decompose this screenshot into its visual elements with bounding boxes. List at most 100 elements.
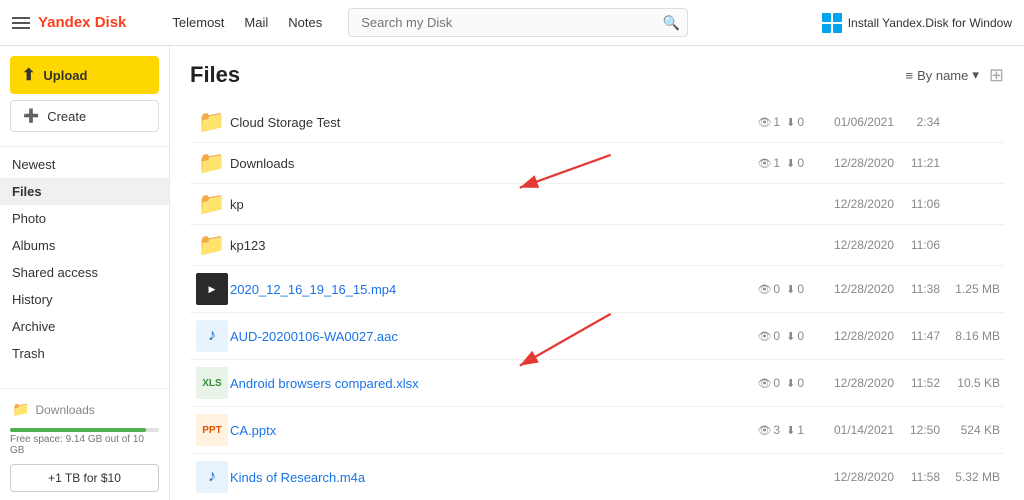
file-name: kp [230,197,714,212]
sort-icon: ≡ [905,68,913,83]
storage-bar-fill [10,428,146,432]
table-row[interactable]: PPT CA.pptx 👁 3 ⬇ 1 01/14/2021 12:50 524… [190,407,1004,454]
downloads-count: ⬇ 1 [786,423,804,437]
views-count: 👁 0 [757,282,780,296]
content-area: Files ≡ By name ▾ ⊞ 📁 Cloud Storage Test… [170,46,1024,500]
sidebar-item-photo[interactable]: Photo [0,205,169,232]
sidebar-item-files[interactable]: Files [0,178,169,205]
file-time: 11:47 [894,329,940,343]
logo[interactable]: Yandex Disk [38,14,126,31]
file-date: 01/06/2021 [804,115,894,129]
sidebar: ⬆ Upload ➕ Create NewestFilesPhotoAlbums… [0,46,170,500]
sidebar-bottom: 📁 Downloads Free space: 9.14 GB out of 1… [0,388,169,500]
folder-icon: 📁 [198,150,225,176]
storage-text: Free space: 9.14 GB out of 10 GB [10,434,159,456]
file-size: 10.5 KB [940,376,1000,390]
pinned-folder-icon: 📁 [12,401,29,418]
sort-button[interactable]: ≡ By name ▾ [905,67,978,83]
file-meta: 👁 0 ⬇ 0 [714,329,804,343]
install-button[interactable]: Install Yandex.Disk for Window [822,13,1012,33]
eye-icon: 👁 [757,116,771,129]
file-icon: 📁 [194,150,230,176]
file-date: 12/28/2020 [804,238,894,252]
upload-label: Upload [43,68,87,83]
storage-bar [10,428,159,432]
file-date: 12/28/2020 [804,282,894,296]
sidebar-item-trash[interactable]: Trash [0,340,169,367]
table-row[interactable]: 📁 Downloads 👁 1 ⬇ 0 12/28/2020 11:21 [190,143,1004,184]
file-icon: PPT [194,414,230,446]
file-meta: 👁 1 ⬇ 0 [714,156,804,170]
file-name: Kinds of Research.m4a [230,470,714,485]
pptx-thumb: PPT [196,414,228,446]
file-meta: 👁 1 ⬇ 0 [714,115,804,129]
folder-icon: 📁 [198,232,225,258]
file-size: 524 KB [940,423,1000,437]
sidebar-item-archive[interactable]: Archive [0,313,169,340]
file-date: 12/28/2020 [804,156,894,170]
table-row[interactable]: ♪ Kinds of Research.m4a 12/28/2020 11:58… [190,454,1004,500]
upload-button[interactable]: ⬆ Upload [10,56,159,94]
views-count: 👁 1 [757,115,780,129]
table-row[interactable]: ▶ 2020_12_16_19_16_15.mp4 👁 0 ⬇ 0 12/28/… [190,266,1004,313]
main-layout: ⬆ Upload ➕ Create NewestFilesPhotoAlbums… [0,46,1024,500]
upgrade-button[interactable]: +1 TB for $10 [10,464,159,492]
views-count: 👁 0 [757,329,780,343]
topnav-links: Telemost Mail Notes [172,15,322,30]
file-icon: ♪ [194,320,230,352]
downloads-count: ⬇ 0 [786,376,804,390]
windows-icon [822,13,842,33]
file-name: 2020_12_16_19_16_15.mp4 [230,282,714,297]
table-row[interactable]: ♪ AUD-20200106-WA0027.aac 👁 0 ⬇ 0 12/28/… [190,313,1004,360]
file-icon: 📁 [194,191,230,217]
eye-icon: 👁 [757,157,771,170]
nav-telemost[interactable]: Telemost [172,15,224,30]
nav-notes[interactable]: Notes [288,15,322,30]
file-time: 11:06 [894,197,940,211]
file-time: 11:38 [894,282,940,296]
table-row[interactable]: XLS Android browsers compared.xlsx 👁 0 ⬇… [190,360,1004,407]
file-meta: 👁 0 ⬇ 0 [714,376,804,390]
file-meta: 👁 0 ⬇ 0 [714,282,804,296]
file-icon: ▶ [194,273,230,305]
views-count: 👁 1 [757,156,780,170]
create-button[interactable]: ➕ Create [10,100,159,132]
storage-bar-wrap: Free space: 9.14 GB out of 10 GB [10,428,159,456]
file-size: 8.16 MB [940,329,1000,343]
search-input[interactable] [348,8,688,37]
sort-chevron-icon: ▾ [972,67,979,83]
downloads-count: ⬇ 0 [786,156,804,170]
file-meta: 👁 3 ⬇ 1 [714,423,804,437]
install-label: Install Yandex.Disk for Window [848,16,1012,30]
nav-mail[interactable]: Mail [244,15,268,30]
eye-icon: 👁 [757,283,771,296]
grid-view-button[interactable]: ⊞ [989,65,1004,86]
hamburger-icon[interactable] [12,17,30,29]
pinned-folder[interactable]: 📁 Downloads [10,397,159,422]
file-time: 11:52 [894,376,940,390]
download-icon: ⬇ [786,116,795,129]
topnav-right: Install Yandex.Disk for Window [822,13,1012,33]
topnav: Yandex Disk Telemost Mail Notes 🔍 Instal… [0,0,1024,46]
sidebar-nav: NewestFilesPhotoAlbumsShared accessHisto… [0,151,169,388]
file-time: 2:34 [894,115,940,129]
sidebar-item-albums[interactable]: Albums [0,232,169,259]
view-controls: ≡ By name ▾ ⊞ [905,65,1004,86]
download-icon: ⬇ [786,377,795,390]
sidebar-item-shared[interactable]: Shared access [0,259,169,286]
download-icon: ⬇ [786,283,795,296]
sidebar-item-newest[interactable]: Newest [0,151,169,178]
xlsx-thumb: XLS [196,367,228,399]
table-row[interactable]: 📁 kp123 12/28/2020 11:06 [190,225,1004,266]
file-icon: XLS [194,367,230,399]
downloads-count: ⬇ 0 [786,282,804,296]
mp4-thumb: ▶ [196,273,228,305]
eye-icon: 👁 [757,377,771,390]
file-name: kp123 [230,238,714,253]
table-row[interactable]: 📁 Cloud Storage Test 👁 1 ⬇ 0 01/06/2021 … [190,102,1004,143]
create-icon: ➕ [23,108,39,124]
table-row[interactable]: 📁 kp 12/28/2020 11:06 [190,184,1004,225]
file-list: 📁 Cloud Storage Test 👁 1 ⬇ 0 01/06/2021 … [190,102,1004,500]
sidebar-item-history[interactable]: History [0,286,169,313]
file-name: Downloads [230,156,714,171]
